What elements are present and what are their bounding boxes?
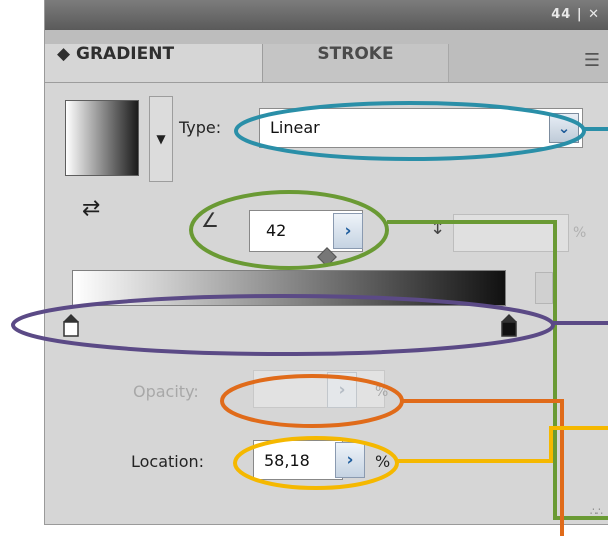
callout-annotations — [11, 101, 608, 536]
callout-angle-ellipse — [189, 190, 389, 270]
callout-angle-line — [387, 220, 608, 520]
callout-type-ellipse — [234, 101, 586, 161]
callout-opacity-ellipse — [220, 374, 404, 428]
callout-stops-ellipse — [11, 294, 555, 356]
callout-location-line — [397, 426, 608, 463]
callout-opacity-line — [402, 399, 564, 536]
callout-location-ellipse — [233, 436, 399, 490]
